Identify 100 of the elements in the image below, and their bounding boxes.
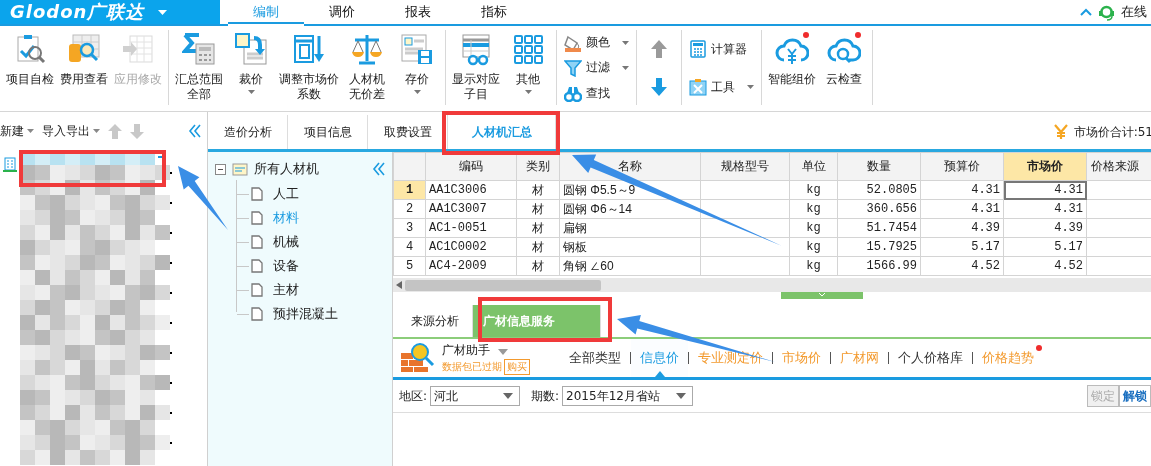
ribbon-button[interactable]: 云检查 — [819, 30, 869, 89]
ribbon-button[interactable]: 智能组价 — [765, 30, 819, 89]
pointer-arrow — [178, 166, 228, 230]
ribbon-button[interactable]: 查找 — [564, 84, 629, 103]
grid-icon — [511, 32, 545, 66]
table-cell: AC1-0051 — [425, 218, 517, 238]
paint-bucket-icon — [564, 33, 582, 52]
menu-button[interactable]: 新建 — [0, 122, 34, 140]
column-header[interactable]: 价格来源 — [1086, 152, 1151, 181]
menu-tab[interactable]: 指标 — [456, 0, 532, 26]
folder-icon — [232, 162, 248, 176]
caret-icon[interactable] — [676, 393, 687, 399]
scroll-left-icon[interactable] — [396, 281, 402, 289]
notification-dot — [1036, 345, 1042, 351]
view-tab[interactable]: 取费设置 — [368, 115, 448, 149]
ribbon-button[interactable]: 人材机 无价差 — [342, 30, 392, 104]
chevron-up-icon[interactable] — [1080, 8, 1092, 16]
ribbon-button[interactable]: 调整市场价 系数 — [276, 30, 342, 104]
ribbon-button[interactable]: 显示对应 子目 — [449, 30, 503, 104]
caret-icon[interactable] — [622, 40, 629, 45]
table-cell: AC4-2009 — [425, 256, 517, 276]
lock-button[interactable]: 解锁 — [1119, 385, 1151, 407]
table-cell: 4.39 — [920, 218, 1004, 238]
table-glasses-icon — [459, 32, 493, 66]
menu-tab[interactable]: 调价 — [304, 0, 380, 26]
document-icon — [251, 307, 263, 321]
table-cell: 5.17 — [1003, 237, 1087, 257]
column-header[interactable]: 单位 — [789, 152, 838, 181]
calculator-icon — [689, 40, 707, 58]
tree-item[interactable]: 设备 — [273, 257, 299, 275]
scrollbar-thumb[interactable] — [405, 279, 601, 291]
price-document-icon — [234, 32, 268, 66]
document-icon — [251, 211, 263, 225]
collapse-icon[interactable] — [372, 162, 386, 176]
column-header[interactable]: 预算价 — [920, 152, 1004, 181]
field-label: 地区: — [399, 387, 428, 405]
tree-item[interactable]: 主材 — [273, 281, 299, 299]
view-tab[interactable]: 项目信息 — [288, 115, 368, 149]
caret-icon[interactable] — [747, 85, 754, 89]
dropdown-field[interactable]: 河北 — [430, 386, 521, 406]
tree-item[interactable]: 机械 — [273, 233, 299, 251]
ribbon-button[interactable]: 其他 — [503, 30, 553, 96]
caret-icon[interactable] — [93, 129, 100, 133]
splitter-handle[interactable] — [781, 292, 863, 299]
table-cell: 51.7454 — [837, 218, 921, 238]
caret-icon[interactable] — [524, 90, 532, 94]
assistant-menu[interactable]: 广材助手 — [442, 341, 530, 359]
ribbon-button[interactable]: 费用查看 — [57, 30, 111, 89]
table-cell: AC1C0002 — [425, 237, 517, 257]
app-logo: Glodon广联达 — [10, 0, 145, 24]
ribbon-button[interactable]: 项目自检 — [3, 30, 57, 89]
caret-icon[interactable] — [27, 129, 34, 133]
table-cell: 钢板 — [559, 237, 701, 257]
column-header[interactable]: 数量 — [837, 152, 921, 181]
caret-icon[interactable] — [503, 393, 514, 399]
status-text: 数据包已过期 — [442, 359, 502, 374]
filter-icon — [564, 59, 582, 77]
ribbon-button[interactable]: 颜色 — [564, 33, 629, 52]
caret-icon[interactable] — [413, 90, 421, 94]
dropdown-field[interactable]: 2015年12月省站 — [562, 386, 694, 406]
table-cell: 材 — [516, 218, 560, 238]
caret-icon[interactable] — [622, 66, 629, 70]
ribbon-button[interactable]: 汇总范围 全部 — [172, 30, 226, 104]
price-type-link[interactable]: 全部类型 — [560, 339, 630, 377]
market-total: 市场价合计:51 — [1073, 123, 1151, 141]
table-cell: 材 — [516, 199, 560, 219]
table-cell: 材 — [516, 237, 560, 257]
table-cell: kg — [789, 218, 838, 238]
table-cell: 360.656 — [837, 199, 921, 219]
tree-item[interactable]: 预拌混凝土 — [273, 305, 338, 323]
price-type-link[interactable]: 个人价格库 — [889, 339, 972, 377]
ribbon-button[interactable]: 过滤 — [564, 59, 629, 77]
caret-icon[interactable] — [498, 348, 508, 355]
column-header[interactable]: 市场价 — [1003, 152, 1087, 181]
building-icon — [3, 156, 17, 172]
table-cell: 4.52 — [920, 256, 1004, 276]
table-cell: kg — [789, 199, 838, 219]
collapse-icon[interactable] — [188, 124, 202, 138]
table-cell: 扁钢 — [559, 218, 701, 238]
collapse-toggle-icon[interactable] — [215, 163, 226, 175]
ribbon-button[interactable]: 计算器 — [689, 40, 754, 58]
ribbon-button[interactable]: 裁价 — [226, 30, 276, 96]
caret-icon[interactable] — [247, 90, 255, 94]
headset-icon[interactable] — [1098, 3, 1115, 21]
menu-tab[interactable]: 报表 — [380, 0, 456, 26]
tree-item[interactable]: 人工 — [273, 185, 299, 203]
tree-item[interactable]: 所有人材机 — [254, 160, 319, 178]
table-cell: 4.52 — [1003, 256, 1087, 276]
selection-pointer-icon — [654, 371, 665, 377]
table-cell: 15.7925 — [837, 237, 921, 257]
ribbon-button[interactable]: 工具 — [689, 78, 754, 96]
online-service-link[interactable]: 在线 — [1121, 3, 1147, 21]
ribbon-button[interactable]: 存价 — [392, 30, 442, 96]
arrow-down-icon[interactable] — [650, 77, 668, 97]
menu-button[interactable]: 导入导出 — [42, 122, 100, 140]
column-header[interactable]: 规格型号 — [700, 152, 790, 181]
table-cell: 材 — [516, 256, 560, 276]
window-arrow-icon — [292, 32, 326, 66]
caret-icon[interactable] — [158, 9, 168, 15]
view-tab[interactable]: 造价分析 — [208, 115, 288, 149]
